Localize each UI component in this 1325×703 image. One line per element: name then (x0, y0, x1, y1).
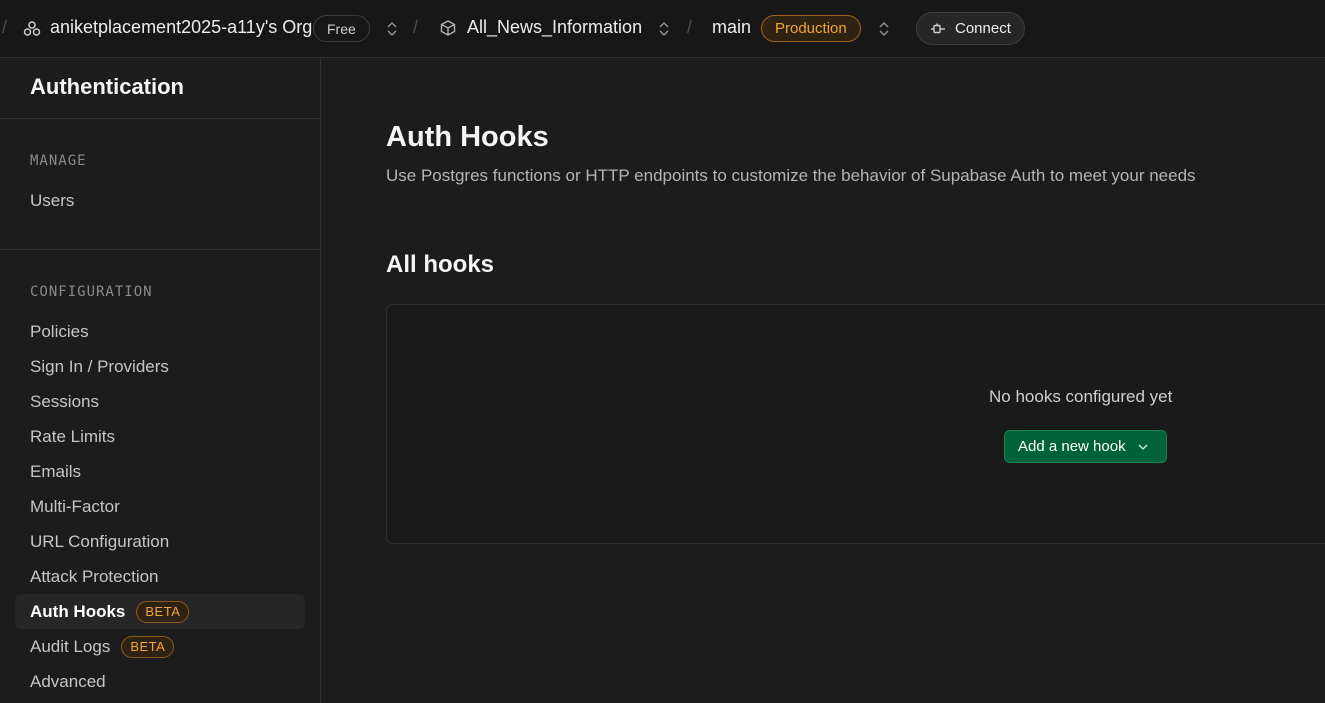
plan-badge: Free (313, 15, 370, 42)
sidebar-section-manage: MANAGE (30, 153, 87, 169)
sidebar-item-label: Audit Logs (30, 636, 111, 656)
breadcrumb-separator: / (687, 17, 693, 37)
add-hook-label: Add a new hook (1018, 438, 1126, 455)
environment-badge: Production (761, 15, 861, 42)
sidebar-item-emails[interactable]: Emails (15, 454, 305, 489)
sidebar-title: Authentication (30, 74, 184, 99)
sidebar-item-multi-factor[interactable]: Multi-Factor (15, 489, 305, 524)
hooks-empty-card (386, 304, 1325, 544)
sidebar-item-sessions[interactable]: Sessions (15, 384, 305, 419)
top-bar: / aniketplacement2025-a11y's Org Free / … (0, 0, 1325, 58)
section-title: All hooks (386, 251, 495, 278)
sidebar-item-policies[interactable]: Policies (15, 314, 305, 349)
chevron-down-icon (1138, 444, 1148, 450)
sidebar: Authentication MANAGE Users CONFIGURATIO… (0, 59, 321, 703)
org-name[interactable]: aniketplacement2025-a11y's Org (50, 17, 312, 38)
sidebar-item-attack-protection[interactable]: Attack Protection (15, 559, 305, 594)
project-cube-icon (440, 20, 456, 36)
sidebar-item-label: URL Configuration (30, 531, 170, 551)
page-title: Auth Hooks (386, 121, 549, 153)
sidebar-item-label: Advanced (30, 671, 106, 691)
sidebar-item-label: Multi-Factor (30, 496, 120, 516)
main-content: Auth Hooks Use Postgres functions or HTT… (321, 59, 1325, 703)
sidebar-item-advanced[interactable]: Advanced (15, 664, 305, 699)
beta-badge: BETA (136, 600, 190, 623)
sidebar-item-label: Auth Hooks (30, 601, 126, 621)
sidebar-section-configuration: CONFIGURATION (30, 284, 153, 300)
sidebar-item-label: Users (30, 190, 75, 210)
sidebar-item-label: Policies (30, 321, 89, 341)
sidebar-item-label: Rate Limits (30, 426, 116, 446)
sidebar-item-auth-hooks[interactable]: Auth Hooks BETA (15, 594, 305, 629)
sidebar-item-sign-in-providers[interactable]: Sign In / Providers (15, 349, 305, 384)
connect-label: Connect (955, 20, 1011, 37)
breadcrumb-separator: / (413, 17, 419, 37)
sidebar-divider (0, 118, 320, 119)
branch-name[interactable]: main (712, 17, 751, 38)
plug-icon (931, 23, 945, 33)
empty-state-text: No hooks configured yet (989, 387, 1173, 406)
sidebar-item-label: Attack Protection (30, 566, 159, 586)
sidebar-item-url-configuration[interactable]: URL Configuration (15, 524, 305, 559)
add-hook-button[interactable]: Add a new hook (1004, 430, 1167, 463)
connect-button[interactable]: Connect (916, 12, 1025, 45)
org-switcher-chevron-updown-icon[interactable] (385, 20, 399, 38)
branch-switcher-chevron-updown-icon[interactable] (877, 20, 891, 38)
sidebar-item-audit-logs[interactable]: Audit Logs BETA (15, 629, 305, 664)
sidebar-item-label: Sign In / Providers (30, 356, 169, 376)
project-switcher-chevron-updown-icon[interactable] (657, 20, 671, 38)
sidebar-item-rate-limits[interactable]: Rate Limits (15, 419, 305, 454)
org-icon (23, 21, 41, 36)
breadcrumb-separator: / (2, 17, 8, 37)
sidebar-item-label: Sessions (30, 391, 99, 411)
page-description: Use Postgres functions or HTTP endpoints… (386, 166, 1196, 185)
beta-badge: BETA (121, 635, 175, 658)
sidebar-item-users[interactable]: Users (15, 183, 305, 218)
sidebar-item-label: Emails (30, 461, 82, 481)
sidebar-divider (0, 249, 320, 250)
project-name[interactable]: All_News_Information (467, 17, 642, 38)
